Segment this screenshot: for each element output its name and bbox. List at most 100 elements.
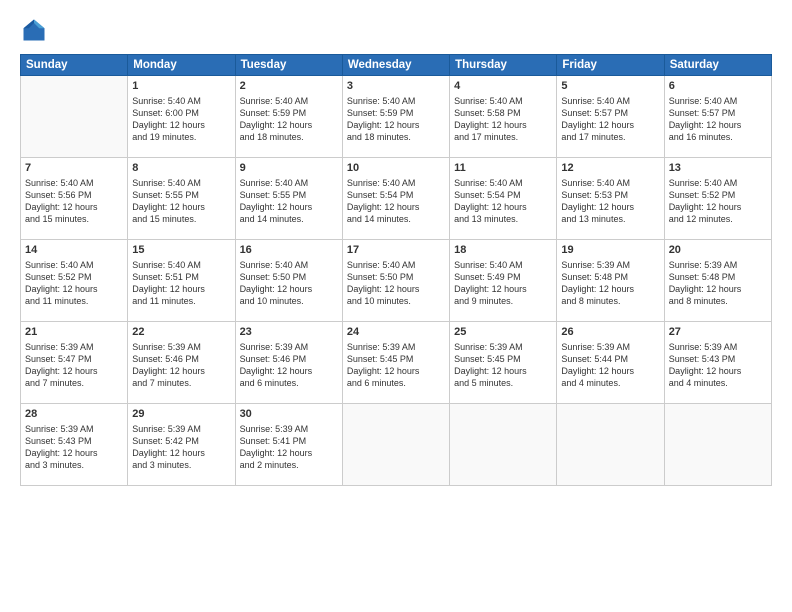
calendar-cell: 7Sunrise: 5:40 AMSunset: 5:56 PMDaylight… [21, 158, 128, 240]
day-info: Daylight: 12 hours [240, 283, 338, 295]
day-number: 6 [669, 79, 767, 94]
day-info: Sunset: 5:47 PM [25, 353, 123, 365]
calendar-cell: 20Sunrise: 5:39 AMSunset: 5:48 PMDayligh… [664, 240, 771, 322]
calendar-cell: 14Sunrise: 5:40 AMSunset: 5:52 PMDayligh… [21, 240, 128, 322]
day-info: and 7 minutes. [25, 377, 123, 389]
week-row-2: 7Sunrise: 5:40 AMSunset: 5:56 PMDaylight… [21, 158, 772, 240]
day-info: Daylight: 12 hours [240, 365, 338, 377]
day-number: 8 [132, 161, 230, 176]
day-info: Sunset: 5:52 PM [25, 271, 123, 283]
day-info: and 13 minutes. [561, 213, 659, 225]
day-info: Sunrise: 5:40 AM [132, 259, 230, 271]
day-info: Sunrise: 5:40 AM [669, 95, 767, 107]
day-info: and 19 minutes. [132, 131, 230, 143]
day-info: and 17 minutes. [561, 131, 659, 143]
week-row-3: 14Sunrise: 5:40 AMSunset: 5:52 PMDayligh… [21, 240, 772, 322]
day-number: 1 [132, 79, 230, 94]
day-info: Sunset: 5:52 PM [669, 189, 767, 201]
day-info: Sunrise: 5:40 AM [561, 95, 659, 107]
day-info: Sunset: 5:49 PM [454, 271, 552, 283]
day-info: Sunset: 5:44 PM [561, 353, 659, 365]
calendar-cell [342, 404, 449, 486]
day-number: 14 [25, 243, 123, 258]
day-number: 23 [240, 325, 338, 340]
logo [20, 16, 52, 44]
col-header-friday: Friday [557, 55, 664, 76]
day-info: Sunset: 5:45 PM [347, 353, 445, 365]
day-info: Daylight: 12 hours [132, 447, 230, 459]
calendar-cell: 3Sunrise: 5:40 AMSunset: 5:59 PMDaylight… [342, 76, 449, 158]
calendar-cell: 24Sunrise: 5:39 AMSunset: 5:45 PMDayligh… [342, 322, 449, 404]
day-info: Daylight: 12 hours [561, 283, 659, 295]
day-number: 9 [240, 161, 338, 176]
day-info: Sunset: 5:57 PM [669, 107, 767, 119]
day-info: Sunrise: 5:40 AM [25, 259, 123, 271]
day-info: Daylight: 12 hours [132, 201, 230, 213]
week-row-1: 1Sunrise: 5:40 AMSunset: 6:00 PMDaylight… [21, 76, 772, 158]
day-info: Daylight: 12 hours [669, 201, 767, 213]
day-info: Daylight: 12 hours [347, 201, 445, 213]
calendar-cell [450, 404, 557, 486]
day-info: and 11 minutes. [25, 295, 123, 307]
day-info: Sunrise: 5:40 AM [240, 177, 338, 189]
calendar: SundayMondayTuesdayWednesdayThursdayFrid… [20, 54, 772, 486]
day-info: and 14 minutes. [347, 213, 445, 225]
day-info: Sunset: 5:53 PM [561, 189, 659, 201]
day-info: and 4 minutes. [561, 377, 659, 389]
calendar-cell [21, 76, 128, 158]
day-number: 18 [454, 243, 552, 258]
day-info: Sunset: 5:54 PM [347, 189, 445, 201]
day-info: Daylight: 12 hours [347, 365, 445, 377]
day-info: and 11 minutes. [132, 295, 230, 307]
day-info: Daylight: 12 hours [669, 365, 767, 377]
day-info: Daylight: 12 hours [454, 119, 552, 131]
day-info: and 15 minutes. [25, 213, 123, 225]
day-number: 16 [240, 243, 338, 258]
day-info: and 10 minutes. [347, 295, 445, 307]
day-info: Sunrise: 5:40 AM [454, 177, 552, 189]
calendar-cell: 5Sunrise: 5:40 AMSunset: 5:57 PMDaylight… [557, 76, 664, 158]
day-info: Sunrise: 5:40 AM [561, 177, 659, 189]
day-number: 22 [132, 325, 230, 340]
calendar-cell: 26Sunrise: 5:39 AMSunset: 5:44 PMDayligh… [557, 322, 664, 404]
day-info: Sunset: 5:55 PM [240, 189, 338, 201]
day-info: Sunset: 5:59 PM [347, 107, 445, 119]
day-info: Daylight: 12 hours [561, 365, 659, 377]
day-info: Sunrise: 5:40 AM [240, 95, 338, 107]
day-info: Sunset: 5:57 PM [561, 107, 659, 119]
day-info: Sunrise: 5:40 AM [240, 259, 338, 271]
day-info: Sunset: 5:50 PM [240, 271, 338, 283]
col-header-thursday: Thursday [450, 55, 557, 76]
logo-icon [20, 16, 48, 44]
day-number: 19 [561, 243, 659, 258]
day-info: and 10 minutes. [240, 295, 338, 307]
calendar-header: SundayMondayTuesdayWednesdayThursdayFrid… [21, 55, 772, 76]
col-header-sunday: Sunday [21, 55, 128, 76]
day-info: and 7 minutes. [132, 377, 230, 389]
calendar-cell: 11Sunrise: 5:40 AMSunset: 5:54 PMDayligh… [450, 158, 557, 240]
day-info: Daylight: 12 hours [132, 119, 230, 131]
day-info: Daylight: 12 hours [669, 283, 767, 295]
day-info: Sunset: 5:46 PM [240, 353, 338, 365]
week-row-5: 28Sunrise: 5:39 AMSunset: 5:43 PMDayligh… [21, 404, 772, 486]
day-info: Sunrise: 5:40 AM [25, 177, 123, 189]
day-info: and 3 minutes. [132, 459, 230, 471]
day-info: Sunset: 5:55 PM [132, 189, 230, 201]
day-info: Sunset: 5:56 PM [25, 189, 123, 201]
day-info: Sunset: 5:46 PM [132, 353, 230, 365]
day-info: Sunrise: 5:40 AM [347, 95, 445, 107]
day-info: Sunset: 5:41 PM [240, 435, 338, 447]
calendar-cell: 15Sunrise: 5:40 AMSunset: 5:51 PMDayligh… [128, 240, 235, 322]
day-info: Sunrise: 5:40 AM [347, 177, 445, 189]
day-number: 3 [347, 79, 445, 94]
day-info: Daylight: 12 hours [454, 201, 552, 213]
calendar-cell: 28Sunrise: 5:39 AMSunset: 5:43 PMDayligh… [21, 404, 128, 486]
calendar-cell: 1Sunrise: 5:40 AMSunset: 6:00 PMDaylight… [128, 76, 235, 158]
calendar-body: 1Sunrise: 5:40 AMSunset: 6:00 PMDaylight… [21, 76, 772, 486]
day-info: Sunset: 5:54 PM [454, 189, 552, 201]
day-info: Daylight: 12 hours [25, 283, 123, 295]
day-info: Sunrise: 5:40 AM [347, 259, 445, 271]
day-info: Sunset: 5:59 PM [240, 107, 338, 119]
day-info: Sunset: 5:43 PM [669, 353, 767, 365]
calendar-cell: 4Sunrise: 5:40 AMSunset: 5:58 PMDaylight… [450, 76, 557, 158]
